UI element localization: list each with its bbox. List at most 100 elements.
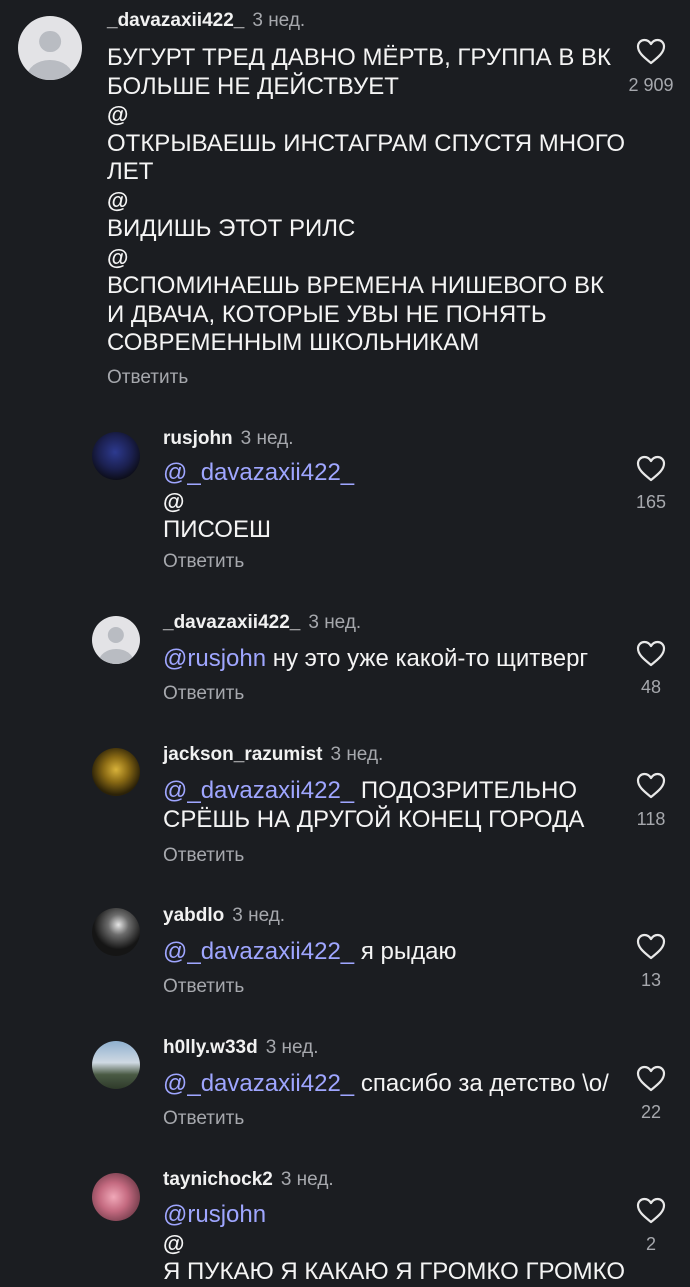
heart-outline-icon (636, 455, 666, 482)
like-button[interactable]: 2 (621, 1197, 681, 1255)
like-button[interactable]: 165 (621, 455, 681, 513)
username-link[interactable]: rusjohn (163, 428, 233, 449)
user-avatar[interactable] (18, 16, 82, 80)
like-count: 2 (645, 1234, 656, 1254)
threads-icon: @ (107, 102, 129, 127)
comment-time: 3 нед. (280, 1169, 334, 1190)
mention-link[interactable]: @rusjohn (163, 1201, 266, 1228)
comment-line: @_davazaxii422_ ПОДОЗРИТЕЛЬНО (163, 777, 584, 806)
comment-meta: h0lly.w33d 3 нед. (163, 1037, 319, 1059)
comment-meta: rusjohn 3 нед. (163, 428, 294, 450)
user-avatar[interactable] (92, 1173, 140, 1221)
reply-button[interactable]: Ответить (163, 1108, 244, 1130)
comment-line-text: ОТКРЫВАЕШЬ ИНСТАГРАМ СПУСТЯ МНОГО (107, 129, 626, 157)
comment-time: 3 нед. (308, 612, 362, 633)
user-avatar[interactable] (92, 616, 140, 664)
comment-line: ЛЕТ (107, 158, 625, 187)
comment-line-text: я рыдаю (354, 938, 457, 965)
comment-text: @rusjohn @ Я ПУКАЮ Я КАКАЮ Я ГРОМКО ГРОМКО (163, 1201, 625, 1287)
threads-icon: @ (163, 1230, 185, 1256)
reply-button[interactable]: Ответить (163, 976, 244, 998)
comment-text: БУГУРТ ТРЕД ДАВНО МЁРТВ, ГРУППА В ВК БОЛЬ… (107, 44, 625, 358)
comment-time: 3 нед. (330, 744, 384, 765)
comment-line: @ (107, 101, 625, 130)
mention-link[interactable]: @_davazaxii422_ (163, 777, 354, 804)
mention-link[interactable]: @_davazaxii422_ (163, 1070, 354, 1097)
comment-line-text: ПИСОЕШ (163, 516, 271, 543)
comment-line: @_davazaxii422_ спасибо за детство \o/ (163, 1070, 609, 1099)
mention-link[interactable]: @_davazaxii422_ (163, 938, 354, 965)
like-button[interactable]: 118 (621, 772, 681, 830)
comment-meta: _davazaxii422_ 3 нед. (163, 612, 361, 634)
mention-link[interactable]: @_davazaxii422_ (163, 459, 354, 486)
username-link[interactable]: yabdlo (163, 905, 224, 926)
mention-link[interactable]: @rusjohn (163, 645, 266, 672)
like-count: 22 (640, 1102, 662, 1122)
comment-line: СОВРЕМЕННЫМ ШКОЛЬНИКАМ (107, 329, 625, 358)
comment-text: @_davazaxii422_ @ ПИСОЕШ (163, 459, 354, 545)
user-avatar[interactable] (92, 432, 140, 480)
like-count: 165 (635, 492, 667, 512)
comment-time: 3 нед. (265, 1037, 319, 1058)
comment-line: @ (163, 1230, 625, 1259)
comment-line: ВИДИШЬ ЭТОТ РИЛС (107, 215, 625, 244)
reply-button[interactable]: Ответить (163, 551, 244, 573)
comment-line-text: СРЁШЬ НА ДРУГОЙ КОНЕЦ ГОРОДА (163, 805, 585, 833)
comment-line-text: СОВРЕМЕННЫМ ШКОЛЬНИКАМ (107, 329, 480, 356)
comment-text: @rusjohn ну это уже какой-то щитверг (163, 645, 588, 674)
username-link[interactable]: taynichock2 (163, 1169, 273, 1190)
comment-time: 3 нед. (232, 905, 286, 926)
comment-text: @_davazaxii422_ спасибо за детство \o/ (163, 1070, 609, 1099)
like-button[interactable]: 22 (621, 1065, 681, 1123)
threads-icon: @ (107, 244, 129, 270)
like-button[interactable]: 48 (621, 640, 681, 698)
comment-line: ВСПОМИНАЕШЬ ВРЕМЕНА НИШЕВОГО ВК (107, 272, 625, 301)
user-avatar[interactable] (92, 1041, 140, 1089)
comment-line-text: ну это уже какой-то щитверг (266, 645, 589, 672)
user-avatar[interactable] (92, 908, 140, 956)
comment-line: @ (107, 244, 625, 273)
comment-text: @_davazaxii422_ я рыдаю (163, 938, 456, 967)
comment-line: @rusjohn (163, 1201, 625, 1230)
like-button[interactable]: 2 909 (621, 38, 681, 96)
comment-line: @ (163, 488, 354, 517)
heart-outline-icon (636, 1065, 666, 1092)
comment-line-text: Я ПУКАЮ Я КАКАЮ Я ГРОМКО ГРОМКО (163, 1258, 625, 1285)
comment-line: БОЛЬШЕ НЕ ДЕЙСТВУЕТ (107, 73, 625, 102)
comment-line-text: спасибо за детство \o/ (354, 1070, 609, 1097)
heart-outline-icon (636, 38, 666, 65)
comment-line: ОТКРЫВАЕШЬ ИНСТАГРАМ СПУСТЯ МНОГО (107, 130, 625, 159)
comment-line-text: И ДВАЧА, КОТОРЫЕ УВЫ НЕ ПОНЯТЬ (107, 300, 547, 328)
reply-button[interactable]: Ответить (163, 845, 244, 867)
reply-button[interactable]: Ответить (163, 683, 244, 705)
comment-line: ПИСОЕШ (163, 516, 354, 545)
username-link[interactable]: h0lly.w33d (163, 1037, 258, 1058)
comment-line-text: ВСПОМИНАЕШЬ ВРЕМЕНА НИШЕВОГО ВК (107, 272, 604, 299)
username-link[interactable]: jackson_razumist (163, 744, 322, 765)
comment-line: @_davazaxii422_ я рыдаю (163, 938, 456, 967)
reply-button[interactable]: Ответить (107, 367, 188, 389)
comment-line-text: ПОДОЗРИТЕЛЬНО (354, 777, 578, 804)
username-link[interactable]: _davazaxii422_ (163, 612, 300, 633)
comment-line: @rusjohn ну это уже какой-то щитверг (163, 645, 588, 674)
like-count: 13 (640, 970, 662, 990)
comment-line-text: БУГУРТ ТРЕД ДАВНО МЁРТВ, ГРУППА В ВК (107, 44, 611, 71)
like-button[interactable]: 13 (621, 933, 681, 991)
comment-line: @_davazaxii422_ (163, 459, 354, 488)
like-count: 48 (640, 677, 662, 697)
username-link[interactable]: _davazaxii422_ (107, 10, 244, 31)
user-avatar[interactable] (92, 748, 140, 796)
comment-line: БУГУРТ ТРЕД ДАВНО МЁРТВ, ГРУППА В ВК (107, 44, 625, 73)
threads-icon: @ (163, 488, 185, 514)
comment-time: 3 нед. (240, 428, 294, 449)
like-count: 118 (636, 809, 666, 829)
comment-line: СРЁШЬ НА ДРУГОЙ КОНЕЦ ГОРОДА (163, 806, 584, 835)
comment-line-text: ЛЕТ (107, 158, 154, 185)
threads-icon: @ (107, 187, 129, 213)
comment-meta: yabdlo 3 нед. (163, 905, 285, 927)
heart-outline-icon (636, 640, 666, 667)
comment-line: И ДВАЧА, КОТОРЫЕ УВЫ НЕ ПОНЯТЬ (107, 301, 625, 330)
comment-meta: taynichock2 3 нед. (163, 1169, 334, 1191)
comment-time: 3 нед. (252, 10, 306, 31)
like-count: 2 909 (628, 75, 674, 95)
